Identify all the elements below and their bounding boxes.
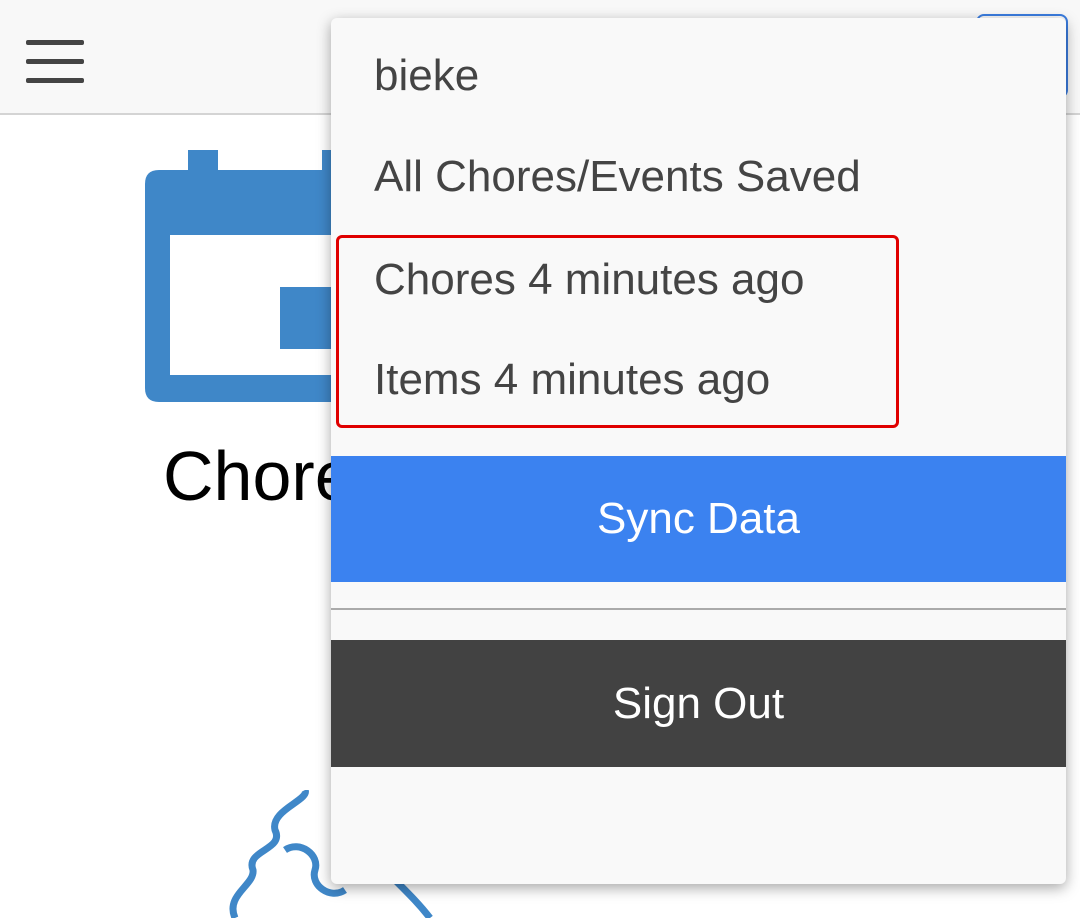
- menu-divider: [331, 608, 1066, 610]
- save-status-text: All Chores/Events Saved: [374, 152, 861, 201]
- chores-sync-status: Chores 4 minutes ago: [374, 255, 805, 304]
- calendar-icon: [145, 150, 355, 402]
- sync-data-button[interactable]: Sync Data: [331, 456, 1066, 582]
- hamburger-icon[interactable]: [26, 40, 84, 84]
- username-label: bieke: [374, 51, 480, 100]
- sign-out-button[interactable]: Sign Out: [331, 640, 1066, 767]
- user-dropdown-menu: bieke All Chores/Events Saved Chores 4 m…: [331, 18, 1066, 884]
- items-sync-status: Items 4 minutes ago: [374, 355, 771, 404]
